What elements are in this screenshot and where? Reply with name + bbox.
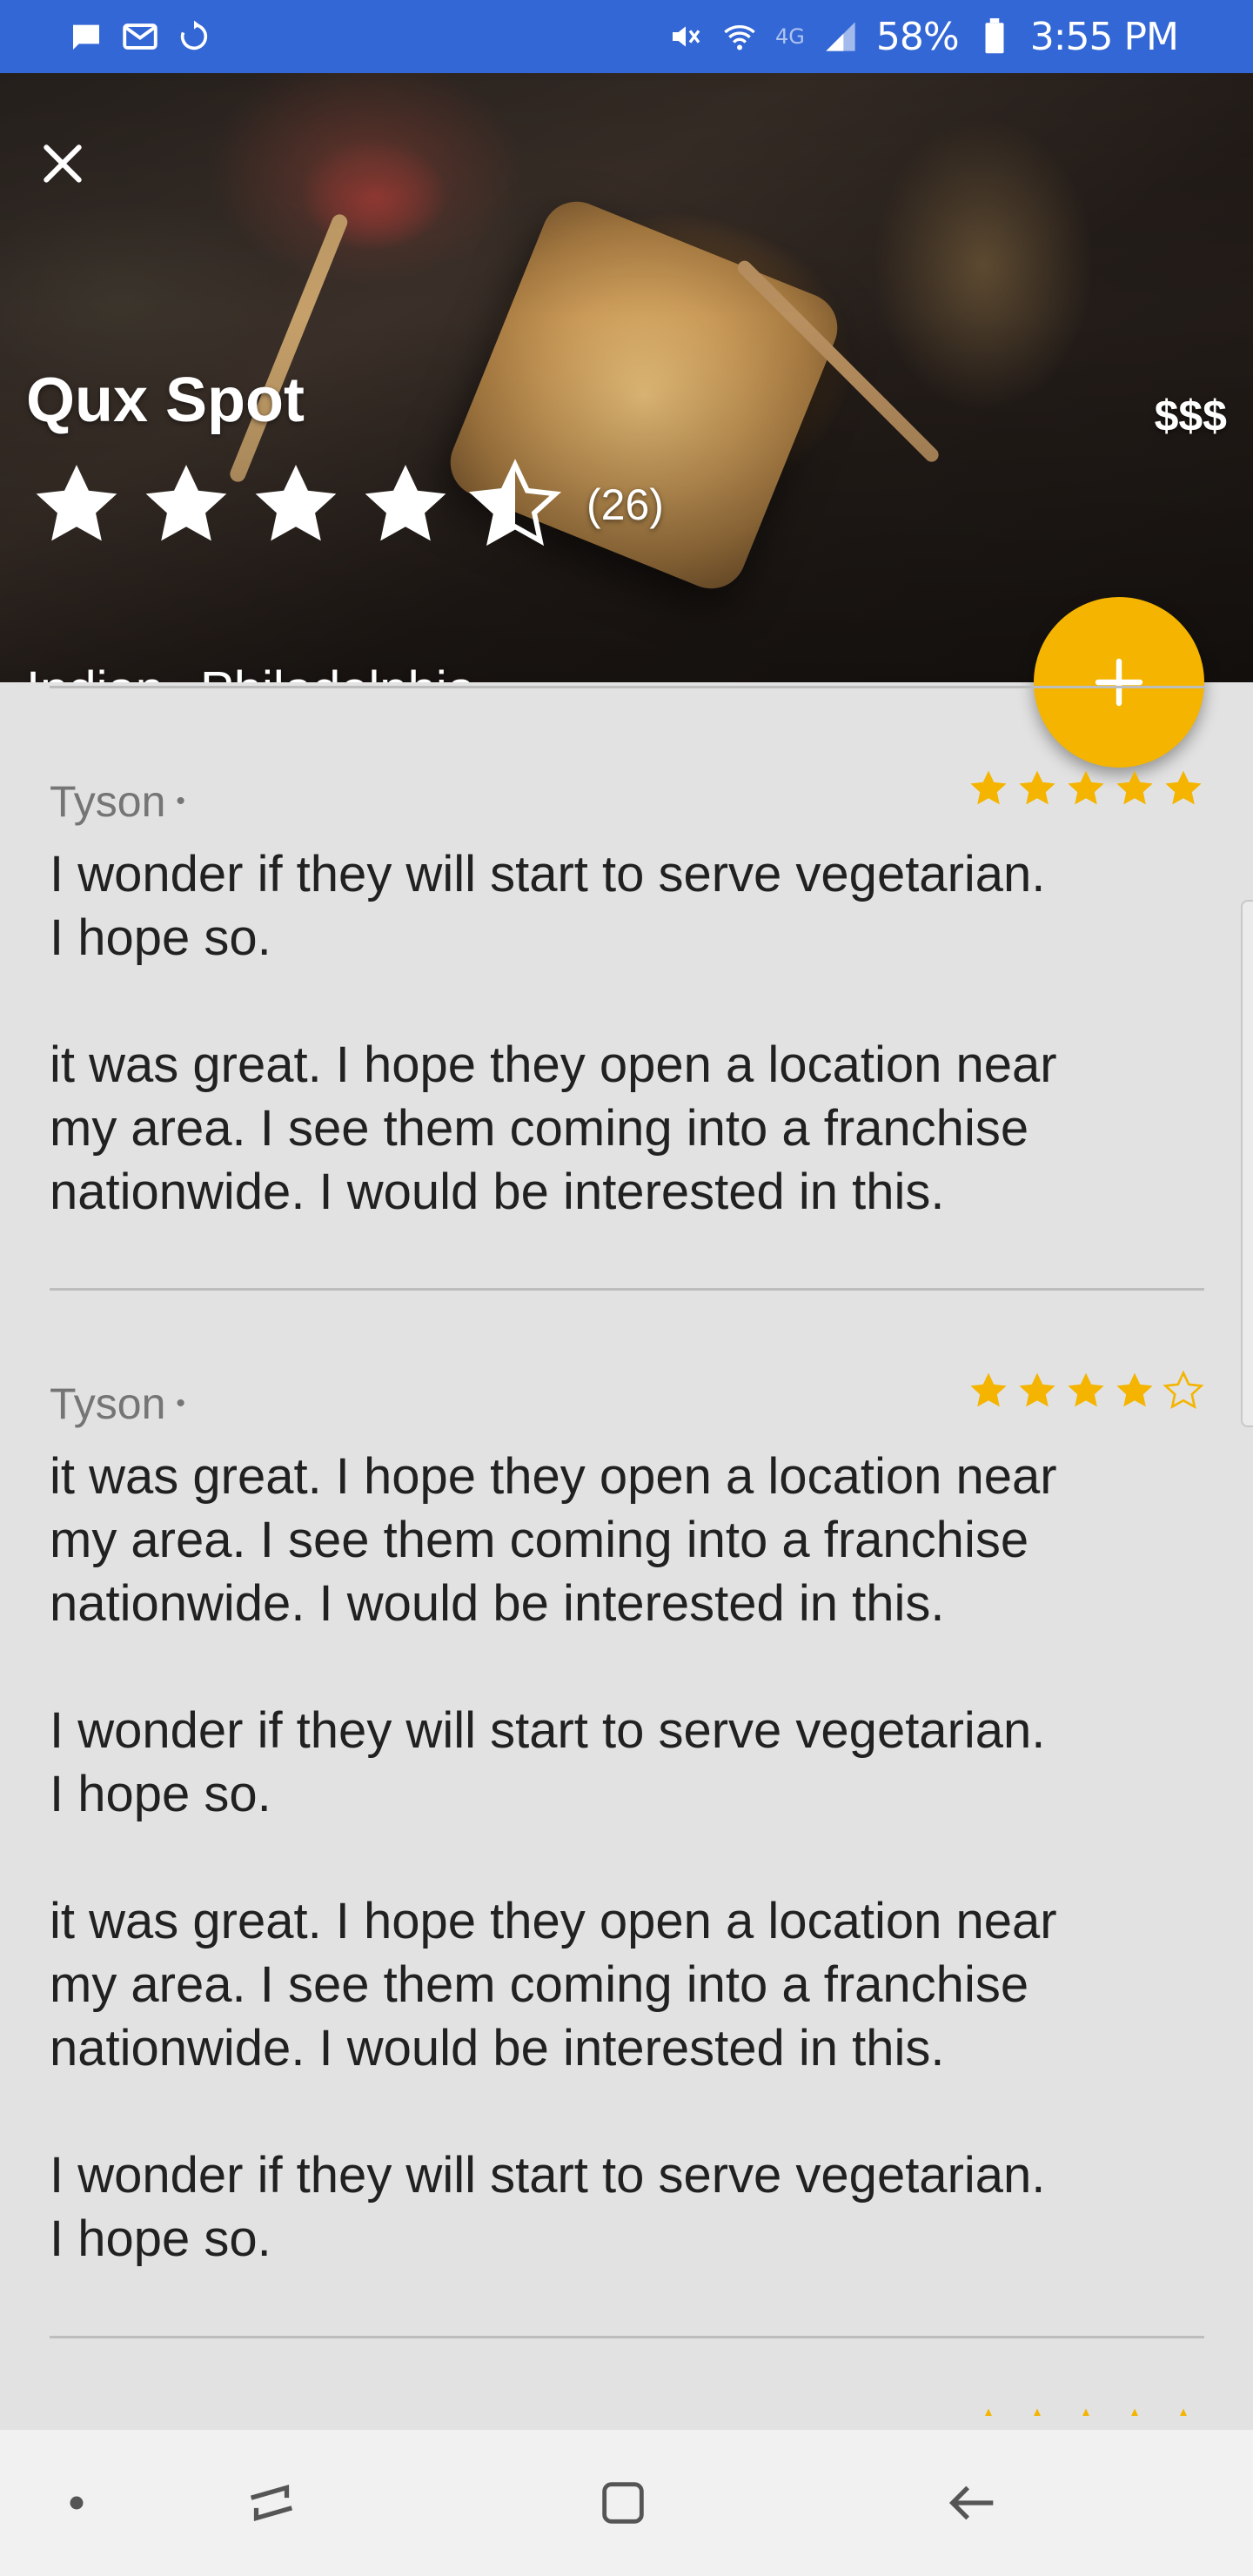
reviewer-name: Tyson •: [50, 1379, 185, 1428]
review-text: I wonder if they will start to serve veg…: [50, 846, 1057, 1220]
star-full-icon: [1131, 2408, 1138, 2416]
reviews-list[interactable]: Tyson • I wonder if they will start to s…: [0, 682, 1253, 2416]
battery-icon: [976, 18, 1013, 55]
battery-percent: 58%: [875, 14, 960, 59]
star-full-icon: [1019, 1372, 1055, 1407]
star-full-icon: [1116, 770, 1153, 805]
home-icon[interactable]: [580, 2459, 667, 2546]
divider: [50, 1288, 1204, 1291]
review-count: (26): [586, 480, 664, 529]
star-full-icon: [1082, 2408, 1089, 2416]
separator: •: [176, 670, 188, 682]
wifi-icon: [721, 18, 758, 55]
status-bar: 4G 58% 3:55 PM: [0, 0, 1253, 73]
star-full-icon: [970, 770, 1007, 805]
recents-icon[interactable]: [228, 2459, 315, 2546]
star-full-icon: [1180, 2408, 1187, 2416]
rating-stars: [30, 458, 562, 552]
star-full-icon: [985, 2408, 992, 2416]
dot-icon[interactable]: [33, 2459, 120, 2546]
back-icon[interactable]: [929, 2459, 1016, 2546]
review-item-partial: [50, 2405, 1204, 2416]
star-full-icon: [255, 465, 337, 541]
restaurant-meta: Indian • Philadelphia: [26, 661, 475, 682]
price-level: $$$: [1154, 392, 1227, 440]
restaurant-rating: (26): [30, 456, 664, 553]
review-rating-stars: [968, 768, 1204, 809]
review-text: it was great. I hope they open a locatio…: [50, 1448, 1057, 2267]
restaurant-name: Qux Spot: [26, 366, 305, 435]
restaurant-header-image: Qux Spot $$$ (26) Indian • Philadelphia: [0, 73, 1253, 682]
star-half-icon: [468, 459, 562, 547]
gmail-icon: [122, 18, 158, 55]
divider: [50, 686, 1204, 688]
star-full-icon: [1068, 770, 1104, 805]
star-full-icon: [36, 465, 117, 541]
sync-icon: [176, 18, 212, 55]
star-full-icon: [1019, 770, 1055, 805]
network-type: 4G: [775, 24, 805, 49]
message-icon: [68, 18, 104, 55]
mute-icon: [667, 18, 704, 55]
star-empty-icon: [1163, 1370, 1204, 1409]
navigation-bar: [0, 2430, 1253, 2576]
city-label: Philadelphia: [200, 661, 475, 682]
divider: [50, 2336, 1204, 2338]
close-icon: [44, 144, 82, 183]
star-full-icon: [145, 465, 227, 541]
star-full-icon: [1068, 1372, 1104, 1407]
review-rating-stars: [968, 1370, 1204, 1412]
star-full-icon: [1116, 1372, 1153, 1407]
star-full-icon: [1165, 770, 1202, 805]
review-item: Tyson • I wonder if they will start to s…: [50, 768, 1204, 1224]
star-full-icon: [365, 465, 446, 541]
star-full-icon: [1034, 2408, 1041, 2416]
star-full-icon: [970, 1372, 1007, 1407]
cuisine-label: Indian: [26, 661, 164, 682]
clock: 3:55 PM: [1029, 14, 1179, 59]
review-item: Tyson • it was great. I hope they open a…: [50, 1370, 1204, 2271]
review-rating-stars: [968, 2405, 1204, 2416]
reviewer-name: Tyson •: [50, 777, 185, 826]
close-button[interactable]: [28, 129, 97, 198]
scrollbar-thumb[interactable]: [1241, 900, 1253, 1427]
signal-icon: [822, 18, 859, 55]
